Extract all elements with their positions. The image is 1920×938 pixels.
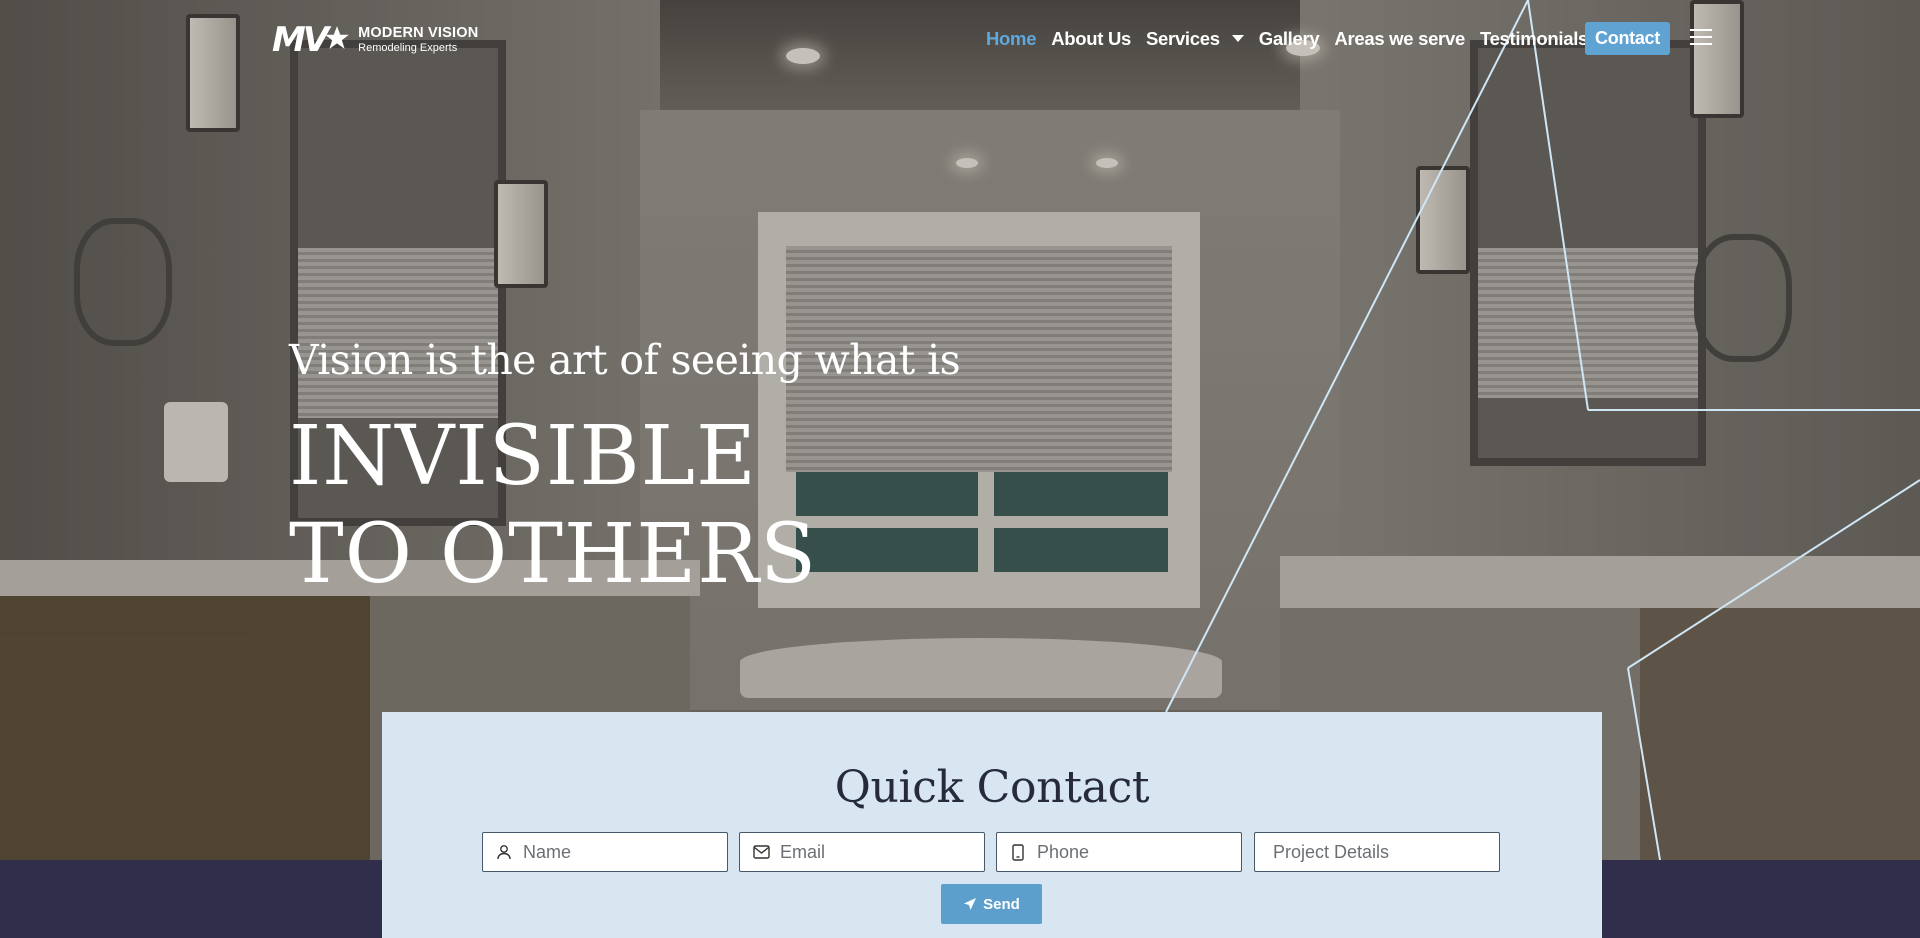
brand-logo[interactable]: MV MODERN VISION Remodeling Experts <box>272 20 478 60</box>
brand-tagline: Remodeling Experts <box>358 41 458 54</box>
quick-contact-card: Quick Contact Send <box>382 712 1602 938</box>
logo-mark: MV <box>272 20 329 60</box>
email-input[interactable] <box>778 840 972 864</box>
name-input[interactable] <box>521 840 715 864</box>
project-details-input[interactable] <box>1271 840 1465 864</box>
brand-name: MODERN VISION <box>358 25 479 42</box>
nav-home[interactable]: Home <box>986 28 1037 50</box>
main-nav: Home About Us Services Gallery Areas we … <box>986 24 1603 54</box>
phone-field[interactable] <box>996 832 1242 872</box>
user-icon <box>495 843 513 861</box>
star-icon <box>325 26 350 49</box>
name-field[interactable] <box>482 832 728 872</box>
hamburger-menu-icon[interactable] <box>1690 29 1712 47</box>
envelope-icon <box>752 843 770 861</box>
hero-title: INVISIBLE TO OTHERS <box>289 409 818 602</box>
nav-areas-we-serve[interactable]: Areas we serve <box>1334 28 1465 50</box>
nav-gallery[interactable]: Gallery <box>1259 28 1320 50</box>
send-button-label: Send <box>983 895 1020 913</box>
email-field[interactable] <box>739 832 985 872</box>
project-details-field[interactable] <box>1254 832 1500 872</box>
send-button[interactable]: Send <box>941 884 1042 924</box>
phone-icon <box>1009 843 1027 861</box>
hero-subtitle: Vision is the art of seeing what is <box>289 336 961 384</box>
nav-services[interactable]: Services <box>1146 28 1244 50</box>
nav-about-us[interactable]: About Us <box>1051 28 1131 50</box>
quick-contact-title: Quick Contact <box>834 762 1150 813</box>
paper-plane-icon <box>964 898 977 910</box>
nav-testimonials[interactable]: Testimonials <box>1480 28 1588 50</box>
chevron-down-icon[interactable] <box>1231 34 1244 42</box>
contact-button[interactable]: Contact <box>1585 22 1670 55</box>
nav-services-label: Services <box>1146 28 1220 49</box>
phone-input[interactable] <box>1035 840 1229 864</box>
